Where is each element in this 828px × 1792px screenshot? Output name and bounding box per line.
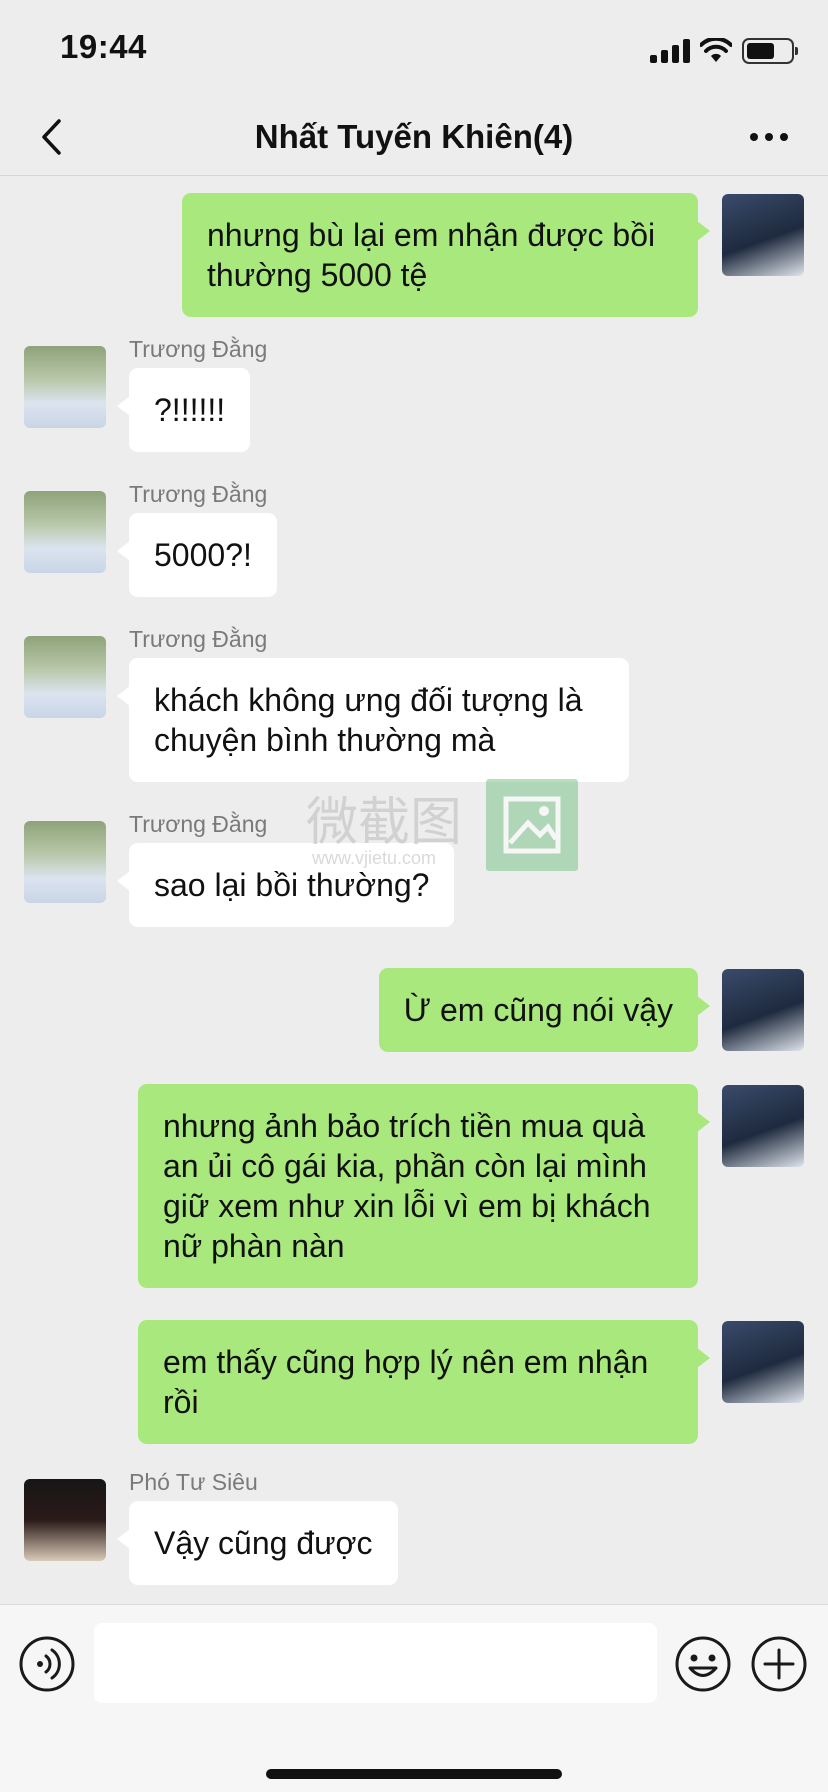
avatar[interactable] [24,346,106,428]
outgoing-message-bubble[interactable]: em thấy cũng hợp lý nên em nhận rồi [138,1320,710,1444]
sender-name: Trương Đằng [129,481,268,507]
incoming-message-bubble[interactable]: khách không ưng đối tượng là chuyện bình… [117,658,629,782]
avatar[interactable] [24,491,106,573]
input-bar [0,1604,828,1792]
status-bar: 19:44 [0,0,828,100]
chat-history[interactable]: nhưng bù lại em nhận được bồi thường 500… [0,176,828,1604]
sender-name: Phó Tư Siêu [129,1469,258,1495]
battery-level [747,43,775,59]
status-icons [650,36,798,66]
home-indicator[interactable] [266,1769,562,1779]
outgoing-message-bubble[interactable]: nhưng bù lại em nhận được bồi thường 500… [182,193,710,317]
status-time: 19:44 [60,28,147,65]
avatar[interactable] [722,194,804,276]
watermark-url: www.vjietu.com [312,848,437,868]
more-button[interactable] [744,112,794,162]
plus-icon [751,1636,807,1692]
voice-input-button[interactable] [18,1635,76,1693]
avatar[interactable] [722,1085,804,1167]
incoming-message-bubble[interactable]: Vậy cũng được [117,1501,398,1585]
chat-title: Nhất Tuyến Khiên(4) [254,118,574,155]
ellipsis-icon [750,133,788,141]
image-icon [486,779,578,871]
incoming-message-bubble[interactable]: ?!!!!!! [116,368,251,452]
voice-icon [19,1636,75,1692]
watermark: 微截图 www.vjietu.com [306,779,580,872]
outgoing-message-bubble[interactable]: nhưng ảnh bảo trích tiền mua quà an ủi c… [138,1084,710,1288]
incoming-message-bubble[interactable]: 5000?! [117,513,277,597]
avatar[interactable] [24,1479,106,1561]
sender-name: Trương Đằng [129,811,268,837]
avatar[interactable] [722,969,804,1051]
battery-icon [742,38,798,64]
watermark-text: 微截图 [306,793,463,853]
sender-name: Trương Đằng [129,626,268,652]
emoji-button[interactable] [674,1635,732,1693]
message-input[interactable] [94,1623,657,1703]
more-options-button[interactable] [750,1635,808,1693]
cellular-signal-icon [650,39,690,63]
avatar[interactable] [24,821,106,903]
nav-bar: Nhất Tuyến Khiên(4) [0,100,828,176]
wifi-icon [700,38,732,62]
avatar[interactable] [722,1321,804,1403]
avatar[interactable] [24,636,106,718]
outgoing-message-bubble[interactable]: Ừ em cũng nói vậy [378,968,711,1052]
emoji-icon [675,1636,731,1692]
sender-name: Trương Đằng [129,336,268,362]
